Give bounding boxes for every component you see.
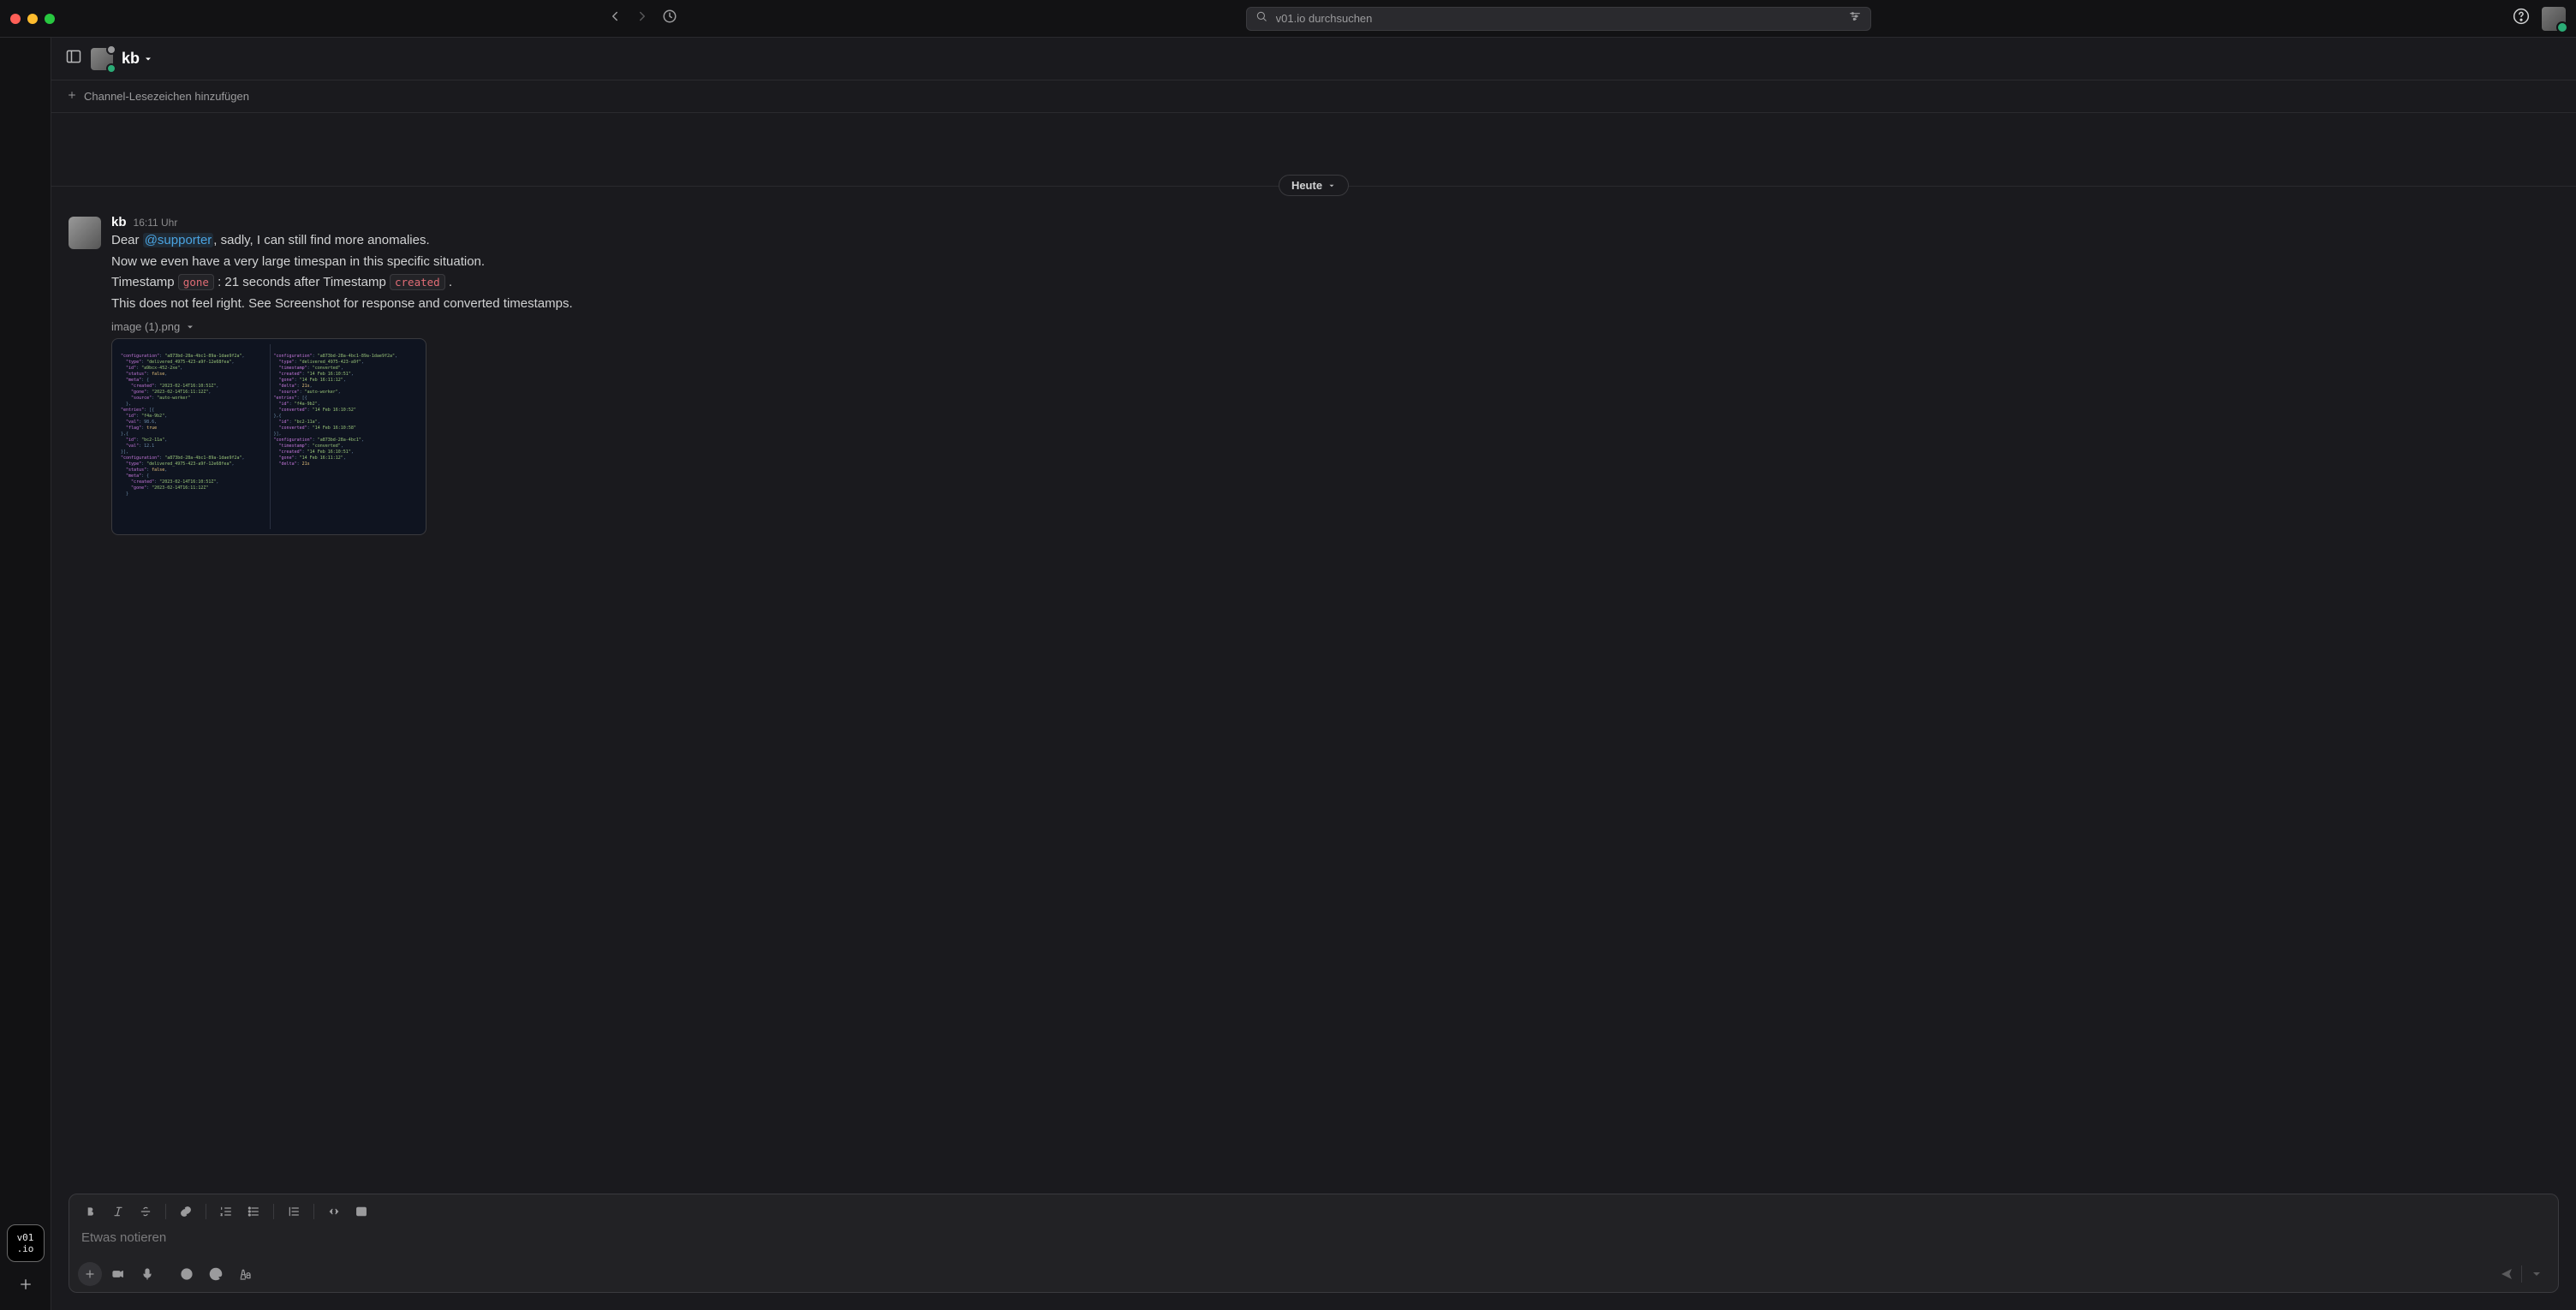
channel-name-button[interactable]: kb: [122, 50, 153, 68]
titlebar: [0, 0, 2576, 38]
history-nav: [607, 9, 677, 28]
message-row: kb 16:11 Uhr Dear @supporter, sadly, I c…: [51, 211, 2576, 539]
attachment-name-button[interactable]: image (1).png: [111, 320, 2559, 333]
channel-name-text: kb: [122, 50, 140, 68]
workspace-label-line2: .io: [17, 1243, 34, 1254]
code-button[interactable]: [321, 1199, 347, 1224]
history-clock-button[interactable]: [662, 9, 677, 28]
video-button[interactable]: [105, 1261, 131, 1287]
fullscreen-window-button[interactable]: [45, 14, 55, 24]
message-list: Heute kb 16:11 Uhr Dear @supporter, sadl…: [51, 113, 2576, 1194]
workspace-label-line1: v01: [17, 1232, 34, 1243]
code-block-button[interactable]: [349, 1199, 374, 1224]
send-button[interactable]: [2494, 1261, 2519, 1287]
mention-button[interactable]: [203, 1261, 229, 1287]
inline-code: created: [390, 274, 445, 290]
message-text: Dear @supporter, sadly, I can still find…: [111, 231, 2559, 313]
workspace-sidebar: v01 .io: [0, 38, 51, 1310]
strikethrough-button[interactable]: [133, 1199, 158, 1224]
workspace-switcher[interactable]: v01 .io: [7, 1224, 45, 1262]
toggle-sidebar-icon[interactable]: [65, 48, 82, 69]
blockquote-button[interactable]: [281, 1199, 307, 1224]
message-avatar[interactable]: [69, 217, 101, 249]
filter-icon[interactable]: [1848, 9, 1862, 27]
attachment-filename: image (1).png: [111, 320, 180, 333]
search-icon: [1255, 10, 1267, 27]
ordered-list-button[interactable]: [213, 1199, 239, 1224]
dm-avatar: [91, 48, 113, 70]
caret-down-icon: [185, 322, 195, 332]
add-workspace-button[interactable]: [10, 1269, 41, 1300]
composer-actions: [69, 1256, 2558, 1292]
user-avatar[interactable]: [2542, 7, 2566, 31]
attachment-preview[interactable]: "configuration": "a873bd-28a-4bc1-89a-1d…: [111, 338, 426, 535]
link-button[interactable]: [173, 1199, 199, 1224]
search-input[interactable]: [1276, 12, 1840, 25]
add-bookmark-button[interactable]: Channel-Lesezeichen hinzufügen: [51, 80, 2576, 113]
close-window-button[interactable]: [10, 14, 21, 24]
bookmark-label: Channel-Lesezeichen hinzufügen: [84, 90, 249, 103]
format-toolbar: [69, 1194, 2558, 1229]
composer: Etwas notieren: [69, 1194, 2559, 1293]
composer-input[interactable]: Etwas notieren: [69, 1229, 2558, 1256]
send-options-button[interactable]: [2524, 1261, 2549, 1287]
plus-icon: [67, 90, 77, 103]
date-divider-button[interactable]: Heute: [1279, 175, 1349, 196]
bold-button[interactable]: [78, 1199, 104, 1224]
chevron-down-icon: [1327, 182, 1336, 190]
emoji-button[interactable]: [174, 1261, 200, 1287]
inline-code: gone: [178, 274, 214, 290]
format-toggle-button[interactable]: [232, 1261, 258, 1287]
window-controls: [10, 14, 55, 24]
italic-button[interactable]: [105, 1199, 131, 1224]
channel-header: kb: [51, 38, 2576, 80]
mention[interactable]: @supporter: [143, 233, 214, 247]
chevron-down-icon: [143, 54, 153, 64]
date-label: Heute: [1291, 179, 1322, 192]
message-timestamp: 16:11 Uhr: [134, 217, 178, 229]
message-author[interactable]: kb: [111, 215, 127, 229]
help-button[interactable]: [2513, 8, 2530, 29]
history-back-button[interactable]: [607, 9, 623, 28]
search-box[interactable]: [1246, 7, 1871, 31]
bullet-list-button[interactable]: [241, 1199, 266, 1224]
attach-button[interactable]: [78, 1262, 102, 1286]
minimize-window-button[interactable]: [27, 14, 38, 24]
mic-button[interactable]: [134, 1261, 160, 1287]
attachment: image (1).png "configuration": "a873bd-2…: [111, 320, 2559, 535]
history-forward-button[interactable]: [635, 9, 650, 28]
